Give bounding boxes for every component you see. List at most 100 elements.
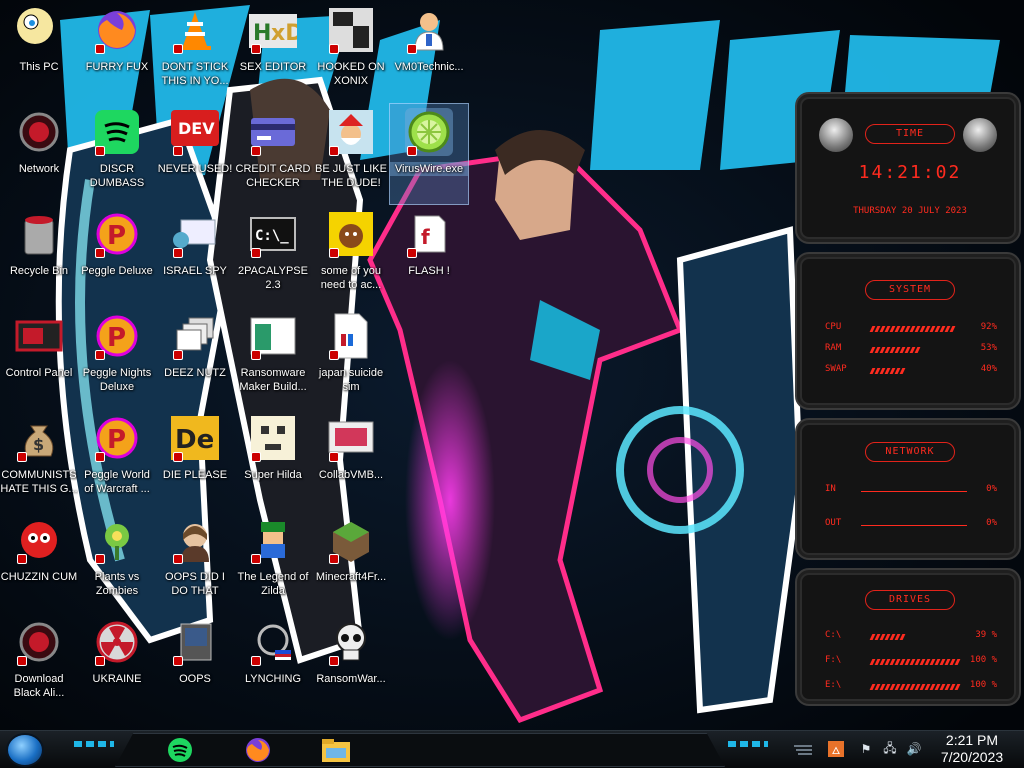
start-button[interactable]: [6, 733, 44, 767]
desktop-icon[interactable]: OOPS DID I DO THAT: [156, 512, 234, 612]
desktop-icon[interactable]: C:\_ 2PACALYPSE 2.3: [234, 206, 312, 306]
desktop-icon-label: FURRY FUX: [85, 61, 149, 73]
svg-text:xD: xD: [271, 21, 297, 46]
taskbar: 🜂 ⚑ 🖧 🔊 2:21 PM 7/20/2023: [0, 730, 1024, 768]
desktop-icon[interactable]: Ransomware Maker Build...: [234, 308, 312, 408]
shortcut-arrow-icon: [407, 44, 417, 54]
desktop-icon-label: CHUZZIN CUM: [0, 571, 78, 583]
taskbar-stripes: [792, 741, 814, 755]
desktop-icon[interactable]: The Legend of Zilda: [234, 512, 312, 612]
desktop-icon-label: RansomWar...: [316, 673, 386, 685]
volume-icon[interactable]: 🔊: [906, 741, 922, 757]
desktop-icon-label: HOOKED ON XONIX: [317, 61, 385, 87]
svg-text:P: P: [107, 323, 126, 353]
desktop-icon[interactable]: DEEZ NUTZ: [156, 308, 234, 408]
recycle-bin-icon: [15, 210, 63, 258]
file-icon: [327, 312, 375, 360]
desktop-icon-label: Peggle Deluxe: [81, 265, 153, 277]
desktop-icon-label: Recycle Bin: [9, 265, 69, 277]
row-value: 100 %: [969, 680, 997, 690]
shortcut-arrow-icon: [251, 248, 261, 258]
row-name: IN: [825, 484, 836, 494]
level-bar: [869, 368, 967, 374]
taskbar-file-explorer[interactable]: [314, 733, 358, 767]
desktop-icon-label: Peggle World of Warcraft ...: [84, 469, 150, 495]
desktop-icon[interactable]: CREDIT CARD CHECKER: [234, 104, 312, 204]
shortcut-arrow-icon: [17, 554, 27, 564]
desktop-icon[interactable]: VirusWire.exe: [389, 103, 469, 205]
desktop-icon[interactable]: Network: [0, 104, 78, 204]
row-value: 0%: [986, 518, 997, 528]
desktop-icon[interactable]: VM0Technic...: [390, 2, 468, 102]
gadget-time: 14:21:02: [858, 162, 962, 183]
desktop-icon[interactable]: BE JUST LIKE THE DUDE!: [312, 104, 390, 204]
desktop-icon[interactable]: De DIE PLEASE: [156, 410, 234, 510]
spotify-icon: [93, 108, 141, 156]
pixel-icon: [249, 414, 297, 462]
desktop-icon[interactable]: P Peggle Nights Deluxe: [78, 308, 156, 408]
credit-card-icon: [249, 108, 297, 156]
shortcut-arrow-icon: [173, 350, 183, 360]
taskbar-decoration: [74, 741, 114, 747]
desktop-icon[interactable]: UKRAINE: [78, 614, 156, 714]
santa-icon: [327, 108, 375, 156]
portrait-icon: [171, 516, 219, 564]
row-name: CPU: [825, 322, 842, 332]
desktop-icon[interactable]: $ COMMUNISTS HATE THIS G...: [0, 410, 78, 510]
taskbar-spotify[interactable]: [158, 733, 202, 767]
desktop-icon-label: FLASH !: [408, 265, 450, 277]
desktop-icon-label: COMMUNISTS HATE THIS G...: [0, 469, 78, 495]
desktop-icon[interactable]: LYNCHING: [234, 614, 312, 714]
desktop-icon[interactable]: f FLASH !: [390, 206, 468, 306]
tray-flame-icon[interactable]: 🜂: [828, 741, 844, 757]
oops-icon: [171, 618, 219, 666]
chuzzle-icon: [15, 516, 63, 564]
desktop-icon[interactable]: Plants vs Zombies: [78, 512, 156, 612]
desktop-icon[interactable]: some of you need to ac...: [312, 206, 390, 306]
svg-text:P: P: [107, 425, 126, 455]
desktop-icon[interactable]: P Peggle Deluxe: [78, 206, 156, 306]
desktop-icon[interactable]: RansomWar...: [312, 614, 390, 714]
shortcut-arrow-icon: [173, 146, 183, 156]
desktop-icon[interactable]: Recycle Bin: [0, 206, 78, 306]
shortcut-arrow-icon: [251, 44, 261, 54]
desktop-icon[interactable]: HxD SEX EDITOR: [234, 2, 312, 102]
desktop-icon[interactable]: DISCR DUMBASS: [78, 104, 156, 204]
flash-icon: f: [405, 210, 453, 258]
shortcut-arrow-icon: [173, 248, 183, 258]
desktop-icon[interactable]: ISRAEL SPY: [156, 206, 234, 306]
desktop-icon[interactable]: Control Panel: [0, 308, 78, 408]
taskbar-clock[interactable]: 2:21 PM 7/20/2023: [930, 732, 1014, 766]
flag-icon[interactable]: ⚑: [858, 741, 874, 757]
shortcut-arrow-icon: [173, 452, 183, 462]
desktop-icon[interactable]: HOOKED ON XONIX: [312, 2, 390, 102]
desktop-icon[interactable]: P Peggle World of Warcraft ...: [78, 410, 156, 510]
desktop-icon[interactable]: Download Black Ali...: [0, 614, 78, 714]
desktop-icon-label: DIE PLEASE: [162, 469, 228, 481]
shortcut-arrow-icon: [95, 554, 105, 564]
desktop-icon[interactable]: This PC: [0, 2, 78, 102]
desktop-icon-label: Control Panel: [5, 367, 73, 379]
row-value: 39 %: [975, 630, 997, 640]
desktop-icon[interactable]: Super Hilda: [234, 410, 312, 510]
gadget-row: E:\ 100 %: [825, 680, 997, 694]
desktop-icon[interactable]: FURRY FUX: [78, 2, 156, 102]
shortcut-arrow-icon: [329, 554, 339, 564]
desktop-icon[interactable]: Minecraft4Fr...: [312, 512, 390, 612]
level-bar: [869, 684, 967, 690]
desktop-icon[interactable]: OOPS: [156, 614, 234, 714]
skull-icon: [327, 618, 375, 666]
network-globe-icon: [249, 618, 297, 666]
row-value: 92%: [980, 322, 997, 332]
desktop-icon[interactable]: CollabVMB...: [312, 410, 390, 510]
desktop-icon[interactable]: japan suicide sim: [312, 308, 390, 408]
level-bar: [869, 659, 967, 665]
taskbar-firefox[interactable]: [236, 733, 280, 767]
desktop-icon[interactable]: CHUZZIN CUM: [0, 512, 78, 612]
system-monitor-gadget[interactable]: TIME 14:21:02 THURSDAY 20 JULY 2023 SYST…: [795, 92, 1021, 706]
network-icon[interactable]: 🖧: [882, 741, 898, 757]
desktop-icon[interactable]: DEV NEVER USED!: [156, 104, 234, 204]
svg-text:De: De: [175, 425, 214, 455]
desktop-icon[interactable]: DONT STICK THIS IN YO...: [156, 2, 234, 102]
desktop-icon-label: Peggle Nights Deluxe: [82, 367, 152, 393]
